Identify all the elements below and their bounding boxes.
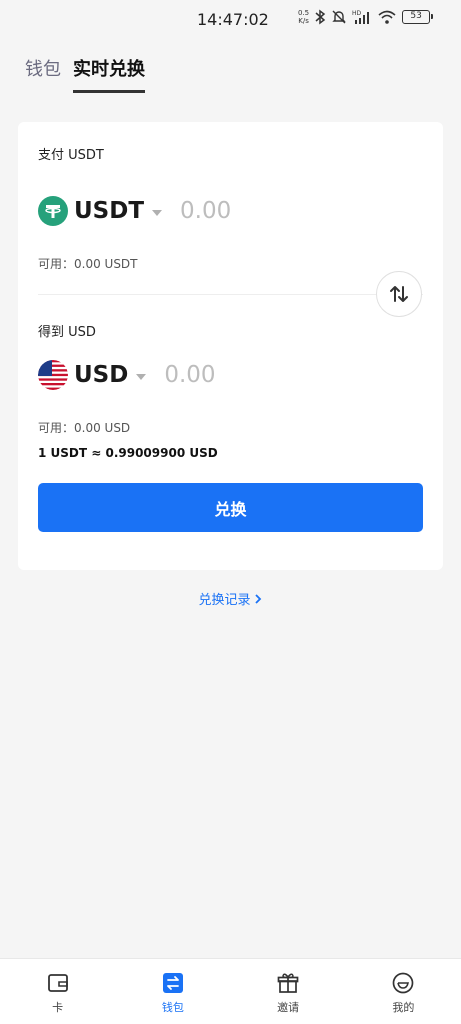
swap-arrows-icon bbox=[390, 286, 408, 302]
profile-icon bbox=[391, 971, 415, 995]
chevron-down-icon bbox=[152, 209, 163, 216]
pay-currency-code: USDT bbox=[74, 198, 145, 224]
status-icons: 0.5 K/s HD 53 bbox=[298, 9, 434, 25]
nav-item-wallet[interactable]: 钱包 bbox=[115, 959, 230, 1024]
pay-currency-row: USDT 0.00 bbox=[38, 196, 231, 226]
battery-indicator: 53 bbox=[402, 10, 434, 24]
bottom-nav: 卡 钱包 邀请 我的 bbox=[0, 958, 461, 1024]
tab-wallet[interactable]: 钱包 bbox=[25, 56, 61, 84]
tab-realtime-exchange[interactable]: 实时兑换 bbox=[73, 56, 145, 93]
exchange-rate: 1 USDT ≈ 0.99009900 USD bbox=[38, 446, 218, 460]
receive-amount-input[interactable]: 0.00 bbox=[164, 362, 215, 388]
history-link-label: 兑换记录 bbox=[198, 593, 251, 608]
swap-direction-button[interactable] bbox=[376, 271, 422, 317]
exchange-history-link[interactable]: 兑换记录 bbox=[0, 589, 461, 608]
bluetooth-icon bbox=[315, 9, 326, 25]
wallet-icon bbox=[161, 971, 185, 995]
nav-label-card: 卡 bbox=[52, 1001, 64, 1014]
gift-icon bbox=[276, 971, 300, 995]
pay-label: 支付 USDT bbox=[38, 148, 104, 163]
receive-currency-code: USD bbox=[74, 362, 129, 388]
nav-label-mine: 我的 bbox=[392, 1001, 415, 1014]
nav-item-invite[interactable]: 邀请 bbox=[231, 959, 346, 1024]
exchange-button[interactable]: 兑换 bbox=[38, 483, 423, 532]
chevron-down-icon bbox=[136, 373, 147, 380]
chevron-right-icon bbox=[254, 594, 261, 604]
divider bbox=[38, 294, 423, 295]
pay-amount-input[interactable]: 0.00 bbox=[180, 198, 231, 224]
receive-label: 得到 USD bbox=[38, 325, 96, 340]
nav-label-invite: 邀请 bbox=[277, 1001, 300, 1014]
usdt-icon bbox=[38, 196, 68, 226]
mute-bell-icon bbox=[332, 10, 346, 24]
wifi-icon bbox=[378, 10, 396, 24]
status-bar: 14:47:02 0.5 K/s HD 53 bbox=[0, 0, 461, 40]
pay-available: 可用：0.00 USDT bbox=[38, 257, 138, 271]
pay-currency-selector[interactable]: USDT bbox=[38, 196, 163, 226]
network-speed: 0.5 K/s bbox=[298, 9, 310, 25]
status-time: 14:47:02 bbox=[197, 10, 269, 29]
receive-available: 可用：0.00 USD bbox=[38, 421, 131, 435]
receive-currency-row: USD 0.00 bbox=[38, 360, 216, 390]
receive-currency-selector[interactable]: USD bbox=[38, 360, 147, 390]
svg-text:HD: HD bbox=[352, 10, 362, 17]
nav-item-mine[interactable]: 我的 bbox=[346, 959, 461, 1024]
top-tabs: 钱包 实时兑换 bbox=[25, 56, 157, 93]
us-flag-icon bbox=[38, 360, 68, 390]
nav-item-card[interactable]: 卡 bbox=[0, 959, 115, 1024]
signal-icon: HD bbox=[352, 10, 370, 24]
card-icon bbox=[46, 971, 70, 995]
exchange-card: 支付 USDT USDT 0.00 可用：0.00 USDT 得到 USD US… bbox=[18, 122, 443, 570]
nav-label-wallet: 钱包 bbox=[161, 1001, 184, 1014]
